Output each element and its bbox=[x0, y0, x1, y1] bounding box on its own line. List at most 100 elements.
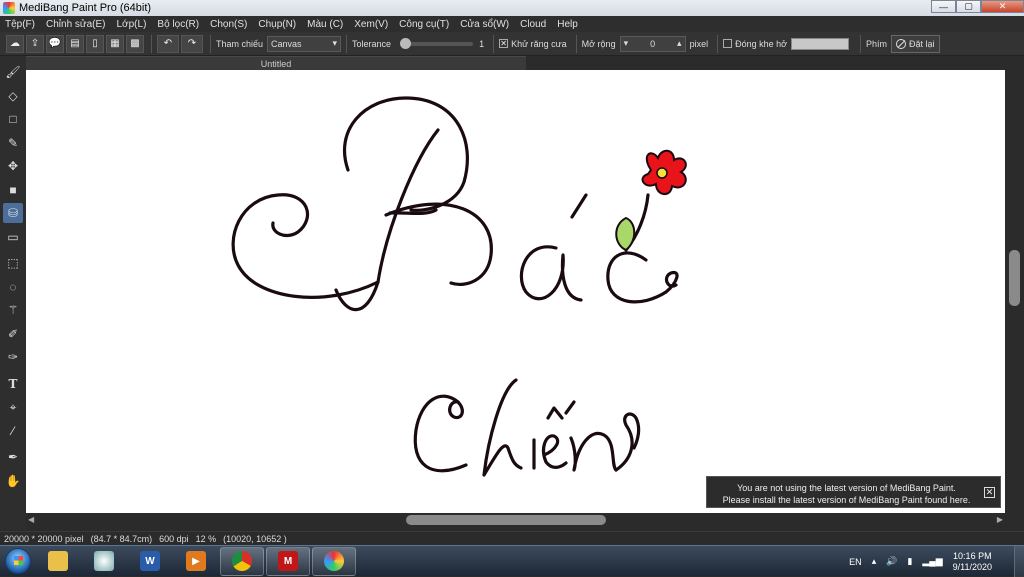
start-button[interactable] bbox=[0, 546, 36, 577]
vertical-scroll-thumb[interactable] bbox=[1009, 250, 1020, 306]
tool-options-bar: ☁ ⇪ 💬 ▤ ▯ ▦ ▩ ↶ ↷ Tham chiếu Canvas ▾ To… bbox=[0, 32, 1024, 56]
taskbar-media[interactable]: ▶ bbox=[174, 547, 218, 576]
flower-center bbox=[656, 167, 668, 179]
grid-button[interactable]: ▩ bbox=[126, 34, 144, 53]
pages-button[interactable]: ▦ bbox=[106, 34, 124, 53]
title-bar: MediBang Paint Pro (64bit) — ▢ ✕ bbox=[0, 0, 1024, 16]
close-gap-label: Đóng khe hở bbox=[735, 38, 788, 49]
taskbar-word[interactable]: W bbox=[128, 547, 172, 576]
dot-brush-tool[interactable]: ✎ bbox=[3, 133, 23, 153]
hand-tool[interactable]: ✋ bbox=[3, 471, 23, 491]
show-desktop-button[interactable] bbox=[1014, 546, 1024, 577]
rectangle-tool[interactable]: □ bbox=[3, 109, 23, 129]
bucket-tool[interactable]: ⛁ bbox=[3, 203, 23, 223]
expand-stepper[interactable]: ▾ 0 ▴ bbox=[619, 35, 686, 52]
slider-knob[interactable] bbox=[399, 37, 411, 49]
redo-icon: ↷ bbox=[187, 38, 197, 49]
maximize-button[interactable]: ▢ bbox=[956, 0, 981, 13]
tolerance-label: Tolerance bbox=[352, 38, 392, 49]
menu-edit[interactable]: Chỉnh sửa(E) bbox=[46, 19, 106, 30]
menu-color[interactable]: Màu (C) bbox=[307, 19, 343, 30]
chat-button[interactable]: ▤ bbox=[66, 34, 84, 53]
comment-button[interactable]: 💬 bbox=[46, 34, 64, 53]
redo-button[interactable]: ↷ bbox=[181, 34, 203, 53]
operation-tool[interactable]: ⌖ bbox=[3, 397, 23, 417]
accent-circumflex bbox=[546, 406, 564, 420]
tolerance-slider[interactable] bbox=[399, 37, 474, 49]
page-icon: ▯ bbox=[92, 38, 98, 49]
reset-button[interactable]: Đặt lại bbox=[891, 34, 940, 53]
select-rect-tool[interactable]: ⬚ bbox=[3, 253, 23, 273]
window-controls: — ▢ ✕ bbox=[931, 0, 1024, 13]
stepper-up-icon[interactable]: ▴ bbox=[677, 38, 682, 49]
document-tab[interactable]: Untitled bbox=[26, 56, 526, 70]
menu-layer[interactable]: Lớp(L) bbox=[117, 19, 147, 30]
scroll-right-icon[interactable]: ▶ bbox=[997, 515, 1003, 524]
fill-rect-tool[interactable]: ■ bbox=[3, 180, 23, 200]
expand-unit: pixel bbox=[689, 38, 709, 49]
close-gap-checkbox[interactable] bbox=[723, 39, 733, 48]
toolbar-divider bbox=[493, 34, 495, 53]
notification-line-1: You are not using the latest version of … bbox=[737, 483, 956, 493]
menu-tools[interactable]: Công cụ(T) bbox=[399, 19, 449, 30]
magic-wand-tool[interactable]: ⚚ bbox=[3, 300, 23, 320]
menu-window[interactable]: Cửa sổ(W) bbox=[460, 19, 509, 30]
network-icon[interactable]: ▂▄▆ bbox=[922, 556, 942, 567]
stepper-down-icon[interactable]: ▾ bbox=[624, 38, 629, 49]
close-gap-field[interactable] bbox=[791, 37, 850, 50]
text-tool[interactable]: T bbox=[3, 374, 23, 394]
cloud-icon: ☁ bbox=[10, 38, 20, 49]
antialias-checkbox[interactable]: ✕ bbox=[499, 39, 509, 48]
taskbar-explorer[interactable] bbox=[36, 547, 80, 576]
select-pen-tool[interactable]: ✐ bbox=[3, 324, 23, 344]
canvas-physical-size: (84.7 * 84.7cm) bbox=[90, 533, 153, 544]
clock[interactable]: 10:16 PM 9/11/2020 bbox=[953, 551, 992, 573]
vertical-scrollbar[interactable] bbox=[1005, 56, 1024, 526]
menu-help[interactable]: Help bbox=[557, 19, 578, 30]
volume-icon[interactable]: 🔊 bbox=[886, 556, 897, 567]
expand-value: 0 bbox=[650, 38, 656, 49]
share-button[interactable]: ⇪ bbox=[26, 34, 44, 53]
notification-line-2: Please install the latest version of Med… bbox=[722, 495, 971, 505]
notification-close-button[interactable]: ✕ bbox=[984, 487, 995, 498]
menu-filter[interactable]: Bộ lọc(R) bbox=[157, 19, 199, 30]
select-eraser-tool[interactable]: ✑ bbox=[3, 347, 23, 367]
reference-select[interactable]: Canvas ▾ bbox=[267, 35, 342, 52]
minimize-button[interactable]: — bbox=[931, 0, 956, 13]
drawing-canvas[interactable]: You are not using the latest version of … bbox=[26, 70, 1005, 513]
menu-view[interactable]: Xem(V) bbox=[354, 19, 388, 30]
update-notification[interactable]: You are not using the latest version of … bbox=[706, 476, 1001, 508]
gradient-tool[interactable]: ▭ bbox=[3, 227, 23, 247]
tray-expand-icon[interactable]: ▴ bbox=[872, 556, 877, 567]
cloud-button[interactable]: ☁ bbox=[6, 34, 24, 53]
horizontal-scrollbar[interactable]: ◀ ▶ bbox=[26, 513, 1005, 527]
taskbar-chrome[interactable] bbox=[220, 546, 264, 576]
menu-snap[interactable]: Chụp(N) bbox=[258, 19, 296, 30]
lasso-tool[interactable]: ◌ bbox=[3, 277, 23, 297]
page-button[interactable]: ▯ bbox=[86, 34, 104, 53]
menu-select[interactable]: Chọn(S) bbox=[210, 19, 247, 30]
power-icon[interactable]: ▮ bbox=[907, 556, 912, 567]
eyedropper-tool[interactable]: ⁄ bbox=[3, 421, 23, 441]
undo-button[interactable]: ↶ bbox=[157, 34, 179, 53]
taskbar-mcafee[interactable]: M bbox=[266, 546, 310, 576]
menu-file[interactable]: Tệp(F) bbox=[5, 19, 35, 30]
letter-a bbox=[519, 245, 583, 302]
taskbar-paint-tool[interactable] bbox=[82, 547, 126, 576]
paint-palette-icon bbox=[94, 551, 114, 571]
language-indicator[interactable]: EN bbox=[849, 557, 862, 567]
taskbar-medibang[interactable] bbox=[312, 546, 356, 576]
letter-b-left-swirl bbox=[231, 193, 380, 299]
horizontal-scroll-thumb[interactable] bbox=[406, 515, 606, 525]
eraser-tool[interactable]: ◇ bbox=[3, 86, 23, 106]
toolbar-divider bbox=[346, 34, 348, 53]
move-tool[interactable]: ✥ bbox=[3, 156, 23, 176]
dropper-tool[interactable]: ✒ bbox=[3, 447, 23, 467]
scroll-left-icon[interactable]: ◀ bbox=[28, 515, 34, 524]
menu-cloud[interactable]: Cloud bbox=[520, 19, 546, 30]
brush-tool[interactable]: 🖌 bbox=[3, 62, 23, 82]
dot-brush-icon: ✎ bbox=[7, 135, 19, 150]
accent-acute bbox=[570, 193, 588, 219]
close-button[interactable]: ✕ bbox=[981, 0, 1024, 13]
letter-b-stem bbox=[334, 128, 440, 312]
